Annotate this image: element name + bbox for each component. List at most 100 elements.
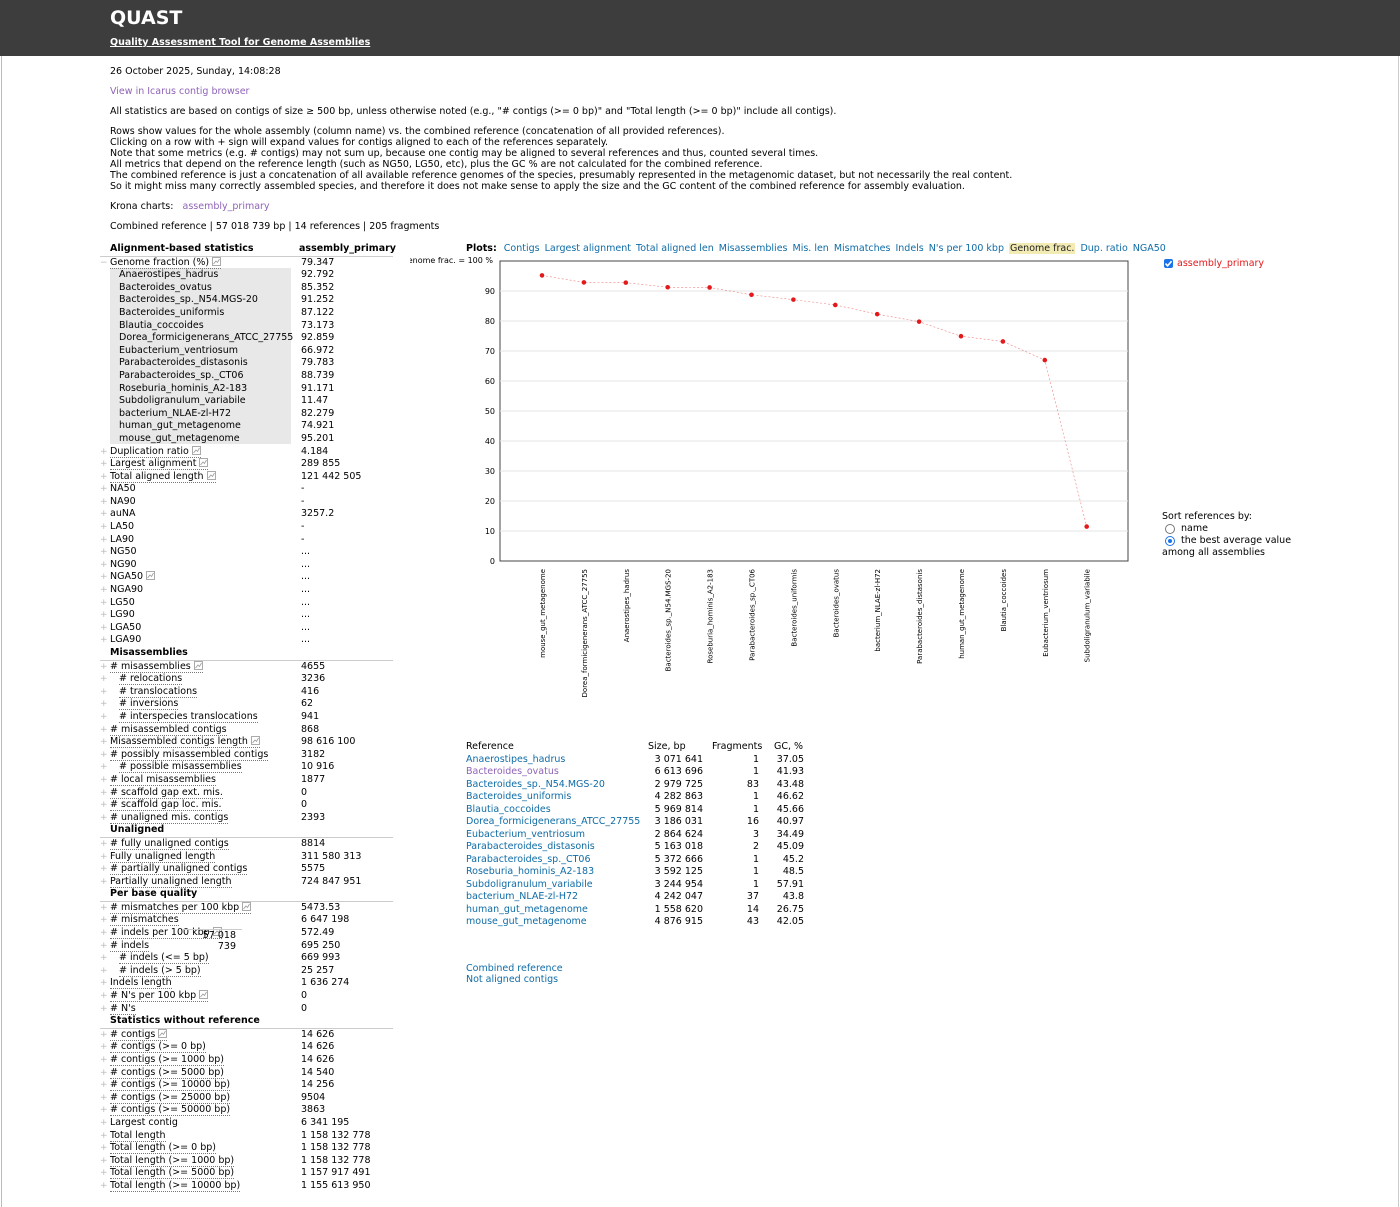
plot-tab-total-aligned-len[interactable]: Total aligned len [636,243,714,254]
legend-checkbox[interactable] [1164,259,1173,268]
stats-header-assembly[interactable]: assembly_primary [299,243,396,256]
stat-row-lga90[interactable]: + LGA90... [100,634,395,647]
ref-row-blautia-coccoides[interactable]: Blautia_coccoides 73.173 [100,320,395,333]
expand-icon[interactable]: + [100,749,108,762]
reference-link[interactable]: Dorea_formicigenerans_ATCC_27755 [466,816,640,829]
stat-row-possibly-misassembled-contigs[interactable]: + # possibly misassembled contigs 3182 [100,749,395,762]
stat-row-total-length-10000-bp[interactable]: + Total length (>= 10000 bp) 1 155 613 950 [100,1180,395,1193]
stat-row-genome-fraction[interactable]: − Genome fraction (%) 79.347 [100,256,395,270]
stat-row-indels[interactable]: + # indels 695 250 [100,940,395,953]
stat-row-n-s-per-100-kbp[interactable]: + # N's per 100 kbp 0 [100,990,395,1003]
expand-icon[interactable]: − [100,257,108,270]
stat-row-partially-unaligned-length[interactable]: + Partially unaligned length 724 847 951 [100,876,395,889]
expand-icon[interactable]: + [100,584,108,597]
stat-row-possible-misassemblies[interactable]: + # possible misassemblies 10 916 [100,761,395,774]
expand-icon[interactable]: + [100,799,108,812]
expand-icon[interactable]: + [100,559,108,572]
stat-row-misassemblies[interactable]: + # misassemblies 4655 [100,660,395,674]
stat-row-misassembled-contigs-length[interactable]: + Misassembled contigs length 98 616 100 [100,736,395,749]
expand-icon[interactable]: + [100,1104,108,1117]
stat-row-misassembled-contigs[interactable]: + # misassembled contigs 868 [100,724,395,737]
stat-row-lga50[interactable]: + LGA50... [100,622,395,635]
stat-row-lg50[interactable]: + LG50... [100,597,395,610]
stat-row-partially-unaligned-contigs[interactable]: + # partially unaligned contigs 5575 [100,863,395,876]
expand-icon[interactable]: + [100,534,108,547]
expand-icon[interactable]: + [100,965,108,978]
stat-row-contigs-50000-bp[interactable]: + # contigs (>= 50000 bp) 3863 [100,1104,395,1117]
expand-icon[interactable]: + [100,876,108,889]
stat-row-la90[interactable]: + LA90 - [100,534,395,547]
stat-row-auna[interactable]: + auNA 3257.2 [100,508,395,521]
expand-icon[interactable]: + [100,927,108,940]
expand-icon[interactable]: + [100,1092,108,1105]
reference-link[interactable]: Anaerostipes_hadrus [466,754,565,767]
expand-icon[interactable]: + [100,1003,108,1016]
expand-icon[interactable]: + [100,711,108,724]
plot-tab-n-s-per-100-kbp[interactable]: N's per 100 kbp [929,243,1004,254]
not-aligned-contigs-link[interactable]: Not aligned contigs [466,974,563,985]
expand-icon[interactable]: + [100,940,108,953]
plot-tab-dup-ratio[interactable]: Dup. ratio [1080,243,1127,254]
stat-row-interspecies-translocations[interactable]: + # interspecies translocations 941 [100,711,395,724]
ref-row-subdoligranulum-variabile[interactable]: Subdoligranulum_variabile 11.47 [100,395,395,408]
reference-link[interactable]: Parabacteroides_sp._CT06 [466,854,591,867]
plot-tab-mismatches[interactable]: Mismatches [834,243,891,254]
plot-icon[interactable] [193,660,203,670]
ref-row-roseburia-hominis-a2-183[interactable]: Roseburia_hominis_A2-183 91.171 [100,383,395,396]
ref-row-eubacterium-ventriosum[interactable]: Eubacterium_ventriosum 66.972 [100,345,395,358]
plot-tab-contigs[interactable]: Contigs [504,243,540,254]
plot-tab-largest-alignment[interactable]: Largest alignment [545,243,631,254]
stat-row-indels-5-bp[interactable]: + # indels (> 5 bp) 25 257 [100,965,395,978]
combined-reference-link[interactable]: Combined reference [466,963,563,974]
expand-icon[interactable]: + [100,724,108,737]
expand-icon[interactable]: + [100,1130,108,1143]
stat-row-fully-unaligned-contigs[interactable]: + # fully unaligned contigs 8814 [100,838,395,851]
stat-row-contigs-5000-bp[interactable]: + # contigs (>= 5000 bp) 14 540 [100,1067,395,1080]
plot-icon[interactable] [250,736,260,746]
expand-icon[interactable]: + [100,673,108,686]
stat-row-translocations[interactable]: + # translocations 416 [100,686,395,699]
expand-icon[interactable]: + [100,698,108,711]
radio-best[interactable] [1165,535,1175,546]
reference-link[interactable]: Parabacteroides_distasonis [466,841,595,854]
stat-row-total-aligned-length[interactable]: + Total aligned length 121 442 505 [100,470,395,484]
stat-row-ng50[interactable]: + NG50... [100,546,395,559]
stat-row-unaligned-mis-contigs[interactable]: + # unaligned mis. contigs 2393 [100,812,395,825]
expand-icon[interactable]: + [100,787,108,800]
expand-icon[interactable]: + [100,1155,108,1168]
ref-row-mouse-gut-metagenome[interactable]: mouse_gut_metagenome 95.201 [100,433,395,446]
stat-row-contigs[interactable]: + # contigs 14 626 [100,1028,395,1042]
stat-row-fully-unaligned-length[interactable]: + Fully unaligned length 311 580 313 [100,851,395,864]
ref-row-dorea-formicigenerans-atcc-27755[interactable]: Dorea_formicigenerans_ATCC_27755 92.859 [100,332,395,345]
stat-row-total-length-0-bp[interactable]: + Total length (>= 0 bp) 1 158 132 778 [100,1142,395,1155]
expand-icon[interactable]: + [100,1142,108,1155]
ref-row-parabacteroides-distasonis[interactable]: Parabacteroides_distasonis 79.783 [100,357,395,370]
reference-link[interactable]: Blautia_coccoides [466,804,551,817]
expand-icon[interactable]: + [100,863,108,876]
expand-icon[interactable]: + [100,1041,108,1054]
stat-row-indels-length[interactable]: + Indels length 1 636 274 [100,977,395,990]
stat-row-largest-alignment[interactable]: + Largest alignment 289 855 [100,458,395,471]
expand-icon[interactable]: + [100,838,108,851]
expand-icon[interactable]: + [100,774,108,787]
expand-icon[interactable]: + [100,1167,108,1180]
expand-icon[interactable]: + [100,622,108,635]
plot-icon[interactable] [158,1028,168,1038]
sort-option-name[interactable]: name [1162,523,1291,535]
reference-link[interactable]: Roseburia_hominis_A2-183 [466,866,594,879]
stat-row-nga90[interactable]: + NGA90... [100,584,395,597]
expand-icon[interactable]: + [100,634,108,647]
plot-icon[interactable] [206,470,216,480]
stat-row-na50[interactable]: + NA50 - [100,483,395,496]
stat-row-ng90[interactable]: + NG90... [100,559,395,572]
stat-row-local-misassemblies[interactable]: + # local misassemblies 1877 [100,774,395,787]
expand-icon[interactable]: + [100,483,108,496]
expand-icon[interactable]: + [100,952,108,965]
stat-row-na90[interactable]: + NA90 - [100,496,395,509]
stat-row-scaffold-gap-ext-mis[interactable]: + # scaffold gap ext. mis. 0 [100,787,395,800]
expand-icon[interactable]: + [100,761,108,774]
plot-icon[interactable] [199,990,209,1000]
expand-icon[interactable]: + [100,1029,108,1042]
expand-icon[interactable]: + [100,812,108,825]
expand-icon[interactable]: + [100,508,108,521]
